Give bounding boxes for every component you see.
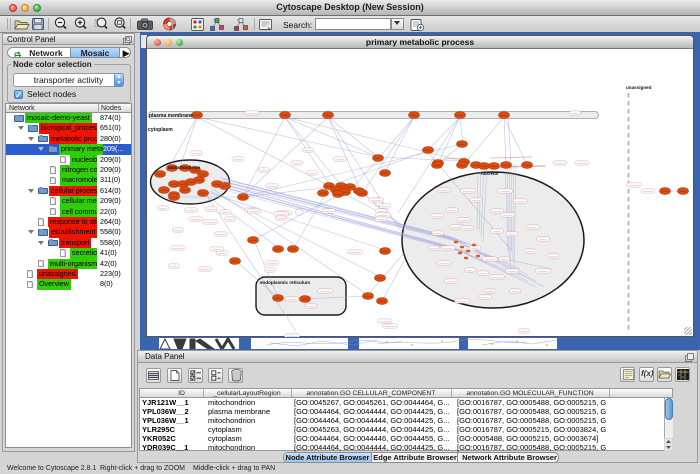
svg-text:plasma membrane: plasma membrane bbox=[149, 113, 193, 119]
svg-text:cytoplasm: cytoplasm bbox=[148, 127, 173, 133]
svg-text:mitochondrion: mitochondrion bbox=[168, 165, 200, 170]
svg-text:endoplasmic reticulum: endoplasmic reticulum bbox=[260, 280, 310, 285]
svg-text:nucleus: nucleus bbox=[481, 171, 499, 176]
svg-text:unassigned: unassigned bbox=[626, 85, 652, 90]
